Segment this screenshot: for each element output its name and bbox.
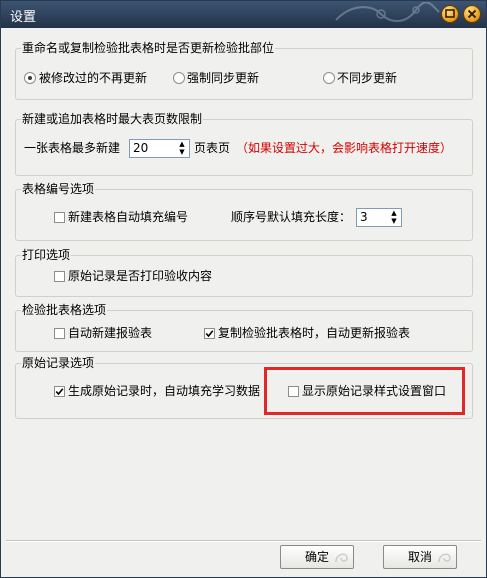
max-pages-prefix: 一张表格最多新建 [24,141,121,155]
print-group: 打印选项 原始记录是否打印验收内容 [15,248,473,297]
settings-dialog: 设置 重命名或复制检验批表格时是否更新检验批部位 被修改过的不再更新 强制同步更… [0,0,487,578]
print-content-checkbox[interactable] [54,271,65,282]
print-legend: 打印选项 [21,248,72,263]
minimize-icon [445,9,455,18]
highlight-box [264,367,465,415]
max-pages-legend: 新建或追加表格时最大表页数限制 [21,112,204,127]
numbering-legend: 表格编号选项 [21,182,96,197]
minimize-button[interactable] [441,5,459,23]
spin-up-icon[interactable]: ▲ [387,209,401,217]
max-pages-spinner[interactable]: 20 ▲ ▼ [129,139,190,158]
swirl-icon [335,553,348,563]
close-icon [467,9,477,19]
raw-record-legend: 原始记录选项 [21,356,96,371]
seq-length-label: 顺序号默认填充长度： [231,210,352,224]
button-separator [6,540,481,542]
auto-report-checkbox[interactable] [54,328,65,339]
batch-group: 检验批表格选项 自动新建报验表 复制检验批表格时，自动更新报验表 [15,303,473,352]
radio-label-no-sync[interactable]: 不同步更新 [337,71,397,86]
spin-down-icon[interactable]: ▼ [175,148,189,156]
spin-up-icon[interactable]: ▲ [175,140,189,148]
print-content-label[interactable]: 原始记录是否打印验收内容 [68,269,212,284]
title-bar[interactable]: 设置 [1,1,486,28]
max-pages-value[interactable]: 20 [133,141,148,156]
swirl-icon [438,553,451,563]
radio-label-force-sync[interactable]: 强制同步更新 [187,71,259,86]
auto-fill-number-checkbox[interactable] [54,212,65,223]
rename-update-group: 重命名或复制检验批表格时是否更新检验批部位 被修改过的不再更新 强制同步更新 不… [15,41,473,100]
auto-report-label[interactable]: 自动新建报验表 [68,326,152,341]
title-ornament-icon [335,2,440,22]
learn-fill-checkbox[interactable] [54,386,65,397]
auto-fill-number-label[interactable]: 新建表格自动填充编号 [68,210,188,225]
radio-no-update-modified[interactable] [24,72,36,84]
window-title: 设置 [10,10,37,25]
seq-length-value[interactable]: 3 [360,210,368,225]
checkmark-icon [55,388,64,396]
ok-button[interactable]: 确定 [280,545,354,569]
seq-length-spinner[interactable]: 3 ▲ ▼ [356,208,402,227]
rename-update-legend: 重命名或复制检验批表格时是否更新检验批部位 [21,41,276,56]
checkmark-icon [205,330,214,338]
spin-down-icon[interactable]: ▼ [387,217,401,225]
max-pages-suffix: 页表页 [194,141,231,155]
max-pages-group: 新建或追加表格时最大表页数限制 一张表格最多新建 20 ▲ ▼ 页表页 （如果设… [15,112,473,176]
close-button[interactable] [463,5,481,23]
radio-selected-dot [28,76,32,80]
cancel-button[interactable]: 取消 [383,545,457,569]
ok-button-label: 确定 [304,550,329,564]
radio-label-no-update-modified[interactable]: 被修改过的不再更新 [39,71,147,86]
copy-update-label[interactable]: 复制检验批表格时，自动更新报验表 [218,326,410,341]
copy-update-checkbox[interactable] [204,328,215,339]
numbering-group: 表格编号选项 新建表格自动填充编号 顺序号默认填充长度： 3 ▲ ▼ [15,182,473,241]
radio-force-sync[interactable] [173,72,185,84]
batch-legend: 检验批表格选项 [21,303,108,318]
radio-no-sync[interactable] [323,72,335,84]
learn-fill-label[interactable]: 生成原始记录时，自动填充学习数据 [68,384,260,399]
cancel-button-label: 取消 [407,550,432,564]
max-pages-hint: （如果设置过大，会影响表格打开速度） [236,141,453,155]
